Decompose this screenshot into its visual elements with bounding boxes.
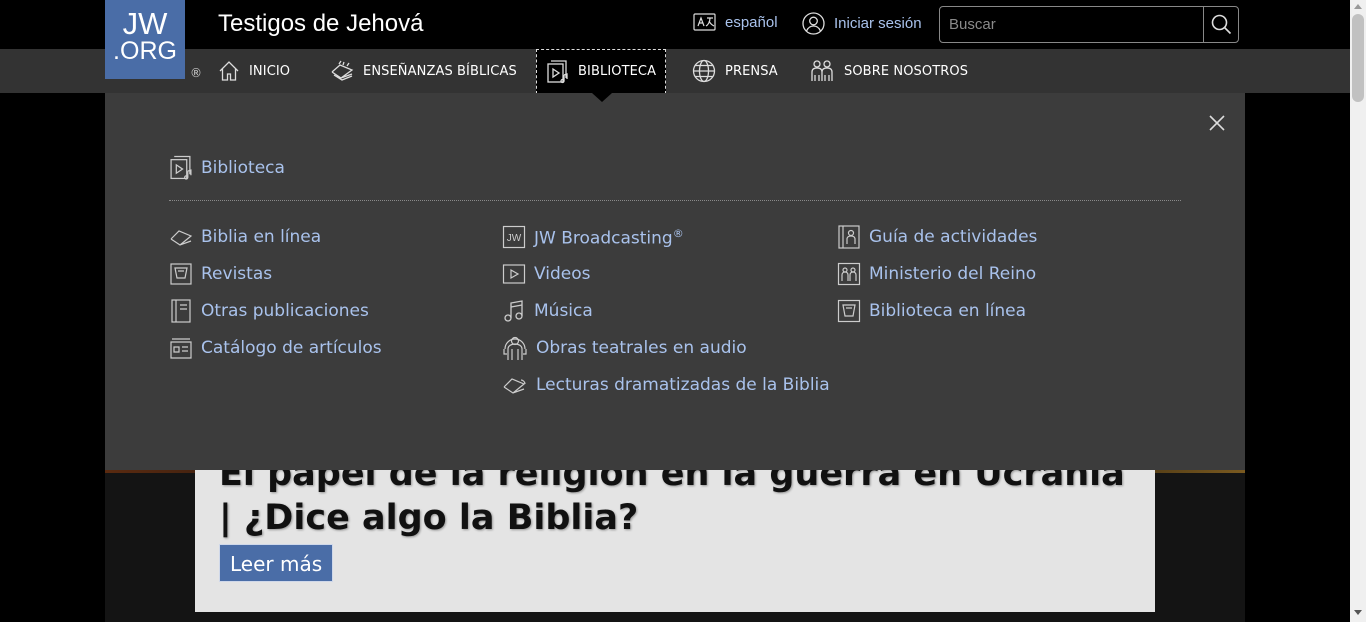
scroll-down-arrow-icon[interactable] xyxy=(1354,610,1362,615)
menu-item-musica[interactable]: Música xyxy=(502,293,830,330)
globe-icon xyxy=(692,59,716,83)
login-label: Iniciar sesión xyxy=(834,15,922,32)
scroll-up-arrow-icon[interactable] xyxy=(1354,4,1362,9)
menu-item-revistas[interactable]: Revistas xyxy=(169,256,382,293)
menu-item-label: Revistas xyxy=(201,264,273,285)
menu-item-label: Biblioteca en línea xyxy=(869,300,1027,321)
menu-item-label: Guía de actividades xyxy=(869,227,1038,248)
menu-column-3: Guía de actividades Ministerio del Reino… xyxy=(837,219,1037,329)
svg-text:JW: JW xyxy=(507,233,522,244)
video-play-icon xyxy=(502,264,526,284)
catalog-icon xyxy=(170,338,192,359)
close-icon[interactable] xyxy=(1206,112,1228,134)
publication-icon xyxy=(171,299,191,323)
scrollbar-thumb[interactable] xyxy=(1352,14,1364,102)
menu-item-label: Otras publicaciones xyxy=(201,300,369,321)
nav-item-ensenanzas[interactable]: ENSEÑANZAS BÍBLICAS xyxy=(330,49,517,93)
menu-item-biblioteca-en-linea[interactable]: Biblioteca en línea xyxy=(837,293,1037,330)
kingdom-ministry-icon xyxy=(837,263,861,286)
menu-heading-label: Biblioteca xyxy=(201,158,285,178)
music-note-icon xyxy=(504,300,523,322)
top-header: Testigos de Jehová español Iniciar sesió… xyxy=(0,0,1350,49)
search-button[interactable] xyxy=(1203,7,1238,42)
menu-item-label: Ministerio del Reino xyxy=(869,264,1037,285)
menu-item-catalogo[interactable]: Catálogo de artículos xyxy=(169,329,382,366)
drama-figure-icon xyxy=(503,336,527,360)
menu-divider xyxy=(169,200,1181,201)
language-label: español xyxy=(725,14,778,31)
menu-item-obras-teatrales[interactable]: Obras teatrales en audio xyxy=(502,329,830,366)
menu-item-ministerio-reino[interactable]: Ministerio del Reino xyxy=(837,256,1037,293)
menu-item-label: JW Broadcasting xyxy=(534,228,673,249)
search-input[interactable] xyxy=(940,7,1203,42)
nav-item-sobre-nosotros[interactable]: SOBRE NOSOTROS xyxy=(810,49,968,93)
open-book-icon xyxy=(170,230,193,247)
library-icon xyxy=(170,155,192,180)
home-icon xyxy=(219,61,239,81)
menu-item-label: Obras teatrales en audio xyxy=(536,337,747,358)
language-selector[interactable]: español xyxy=(693,12,778,33)
library-icon xyxy=(547,59,568,83)
menu-item-label: Biblia en línea xyxy=(201,227,322,248)
nav-item-inicio[interactable]: INICIO xyxy=(218,49,290,93)
menu-item-guia-actividades[interactable]: Guía de actividades xyxy=(837,219,1037,256)
search-icon xyxy=(1211,14,1231,35)
menu-item-jw-broadcasting[interactable]: JW JW Broadcasting® xyxy=(502,219,830,256)
menu-item-label-group: JW Broadcasting® xyxy=(534,227,684,249)
menu-item-label: Videos xyxy=(534,264,591,285)
vertical-scrollbar[interactable] xyxy=(1350,0,1366,622)
menu-item-otras-publicaciones[interactable]: Otras publicaciones xyxy=(169,293,382,330)
nav-item-biblioteca[interactable]: BIBLIOTECA xyxy=(536,49,667,94)
nav-label-sobre-nosotros: SOBRE NOSOTROS xyxy=(844,63,969,79)
audio-book-icon xyxy=(503,377,526,394)
activity-guide-icon xyxy=(838,225,860,249)
search-box xyxy=(939,6,1239,43)
nav-label-ensenanzas: ENSEÑANZAS BÍBLICAS xyxy=(363,63,517,79)
nav-label-biblioteca: BIBLIOTECA xyxy=(578,64,657,79)
menu-column-1: Biblia en línea Revistas Otras publicaci… xyxy=(169,219,382,366)
magazine-icon xyxy=(170,263,192,285)
jw-org-logo[interactable]: JW .ORG xyxy=(105,0,185,79)
jw-broadcasting-icon: JW xyxy=(502,226,526,249)
menu-item-videos[interactable]: Videos xyxy=(502,256,830,293)
menu-item-label: Catálogo de artículos xyxy=(201,337,382,358)
site-title[interactable]: Testigos de Jehová xyxy=(218,10,423,38)
menu-item-label: Lecturas dramatizadas de la Biblia xyxy=(536,374,830,395)
read-more-button[interactable]: Leer más xyxy=(219,544,334,582)
nav-label-inicio: INICIO xyxy=(249,63,291,79)
logo-text-org: .ORG xyxy=(113,37,177,65)
menu-column-2: JW JW Broadcasting® Videos Música Obras … xyxy=(502,219,830,403)
menu-heading-biblioteca[interactable]: Biblioteca xyxy=(169,155,285,181)
menu-item-biblia-en-linea[interactable]: Biblia en línea xyxy=(169,219,382,256)
logo-text-jw: JW xyxy=(122,6,168,41)
registered-mark: ® xyxy=(190,66,202,80)
bible-icon xyxy=(331,60,354,81)
menu-item-lecturas-dramatizadas[interactable]: Lecturas dramatizadas de la Biblia xyxy=(502,366,830,403)
language-icon xyxy=(693,13,716,31)
people-icon xyxy=(811,60,833,81)
menu-item-label: Música xyxy=(534,300,593,321)
nav-label-prensa: PRENSA xyxy=(725,63,778,79)
main-nav: INICIO ENSEÑANZAS BÍBLICAS BIBLIOTECA PR… xyxy=(0,49,1350,94)
active-nav-caret xyxy=(592,93,612,102)
nav-item-prensa[interactable]: PRENSA xyxy=(692,49,778,93)
registered-mark: ® xyxy=(672,226,684,240)
library-dropdown-panel: Biblioteca Biblia en línea Revistas Otra… xyxy=(105,93,1245,470)
online-library-icon xyxy=(837,299,861,323)
login-link[interactable]: Iniciar sesión xyxy=(802,12,922,35)
user-icon xyxy=(802,12,825,35)
